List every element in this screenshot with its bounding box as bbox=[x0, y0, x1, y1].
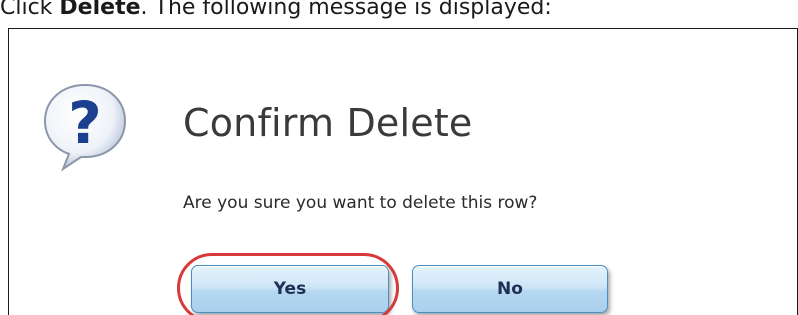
dialog-message: Are you sure you want to delete this row… bbox=[183, 193, 538, 213]
no-button[interactable]: No bbox=[412, 265, 608, 313]
question-bubble-icon: ? bbox=[43, 83, 127, 172]
dialog-title: Confirm Delete bbox=[183, 101, 473, 145]
yes-button[interactable]: Yes bbox=[191, 265, 389, 313]
instruction-bold-term: Delete bbox=[59, 0, 141, 20]
instruction-suffix: . The following message is displayed: bbox=[140, 0, 552, 20]
instruction-text: Click Delete. The following message is d… bbox=[0, 0, 552, 22]
confirm-delete-dialog: ? Confirm Delete Are you sure you want t… bbox=[8, 28, 798, 315]
svg-text:?: ? bbox=[68, 89, 102, 157]
instruction-prefix: Click bbox=[0, 0, 60, 20]
